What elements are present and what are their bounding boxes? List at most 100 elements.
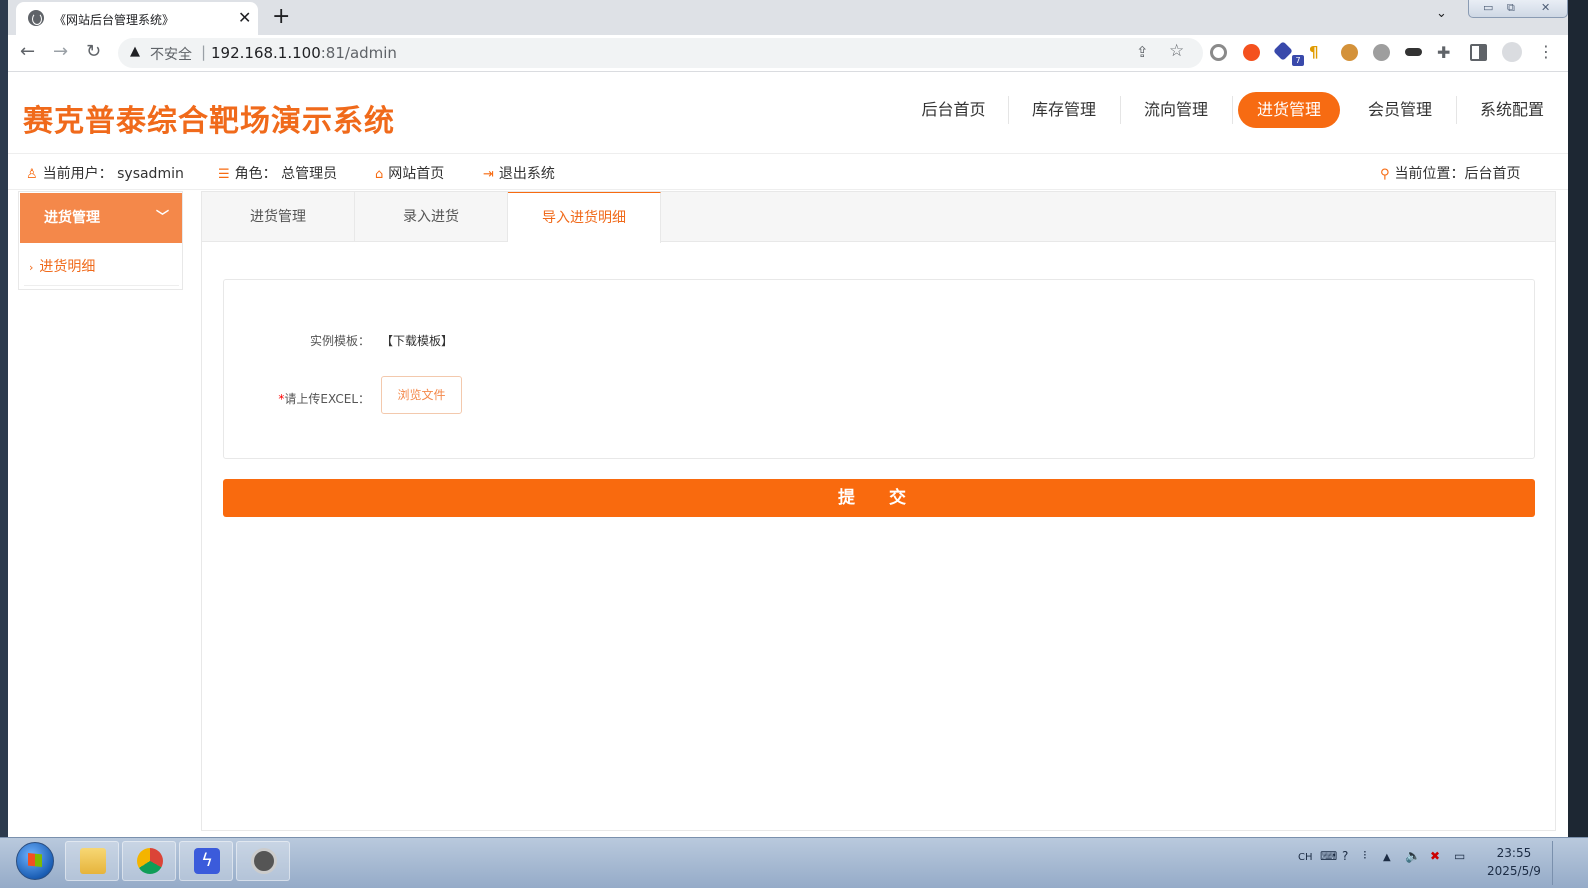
- cookie-extension-icon[interactable]: [1341, 44, 1358, 61]
- template-label: 实例模板：: [309, 334, 370, 348]
- browser-toolbar: ← → ↻ ▲ 不安全 | 192.168.1.100:81/admin ⇪ ☆…: [8, 35, 1568, 72]
- globe-icon: [28, 10, 44, 26]
- sidebar-divider: [24, 285, 179, 286]
- window-controls: ▭ ⧉ ✕: [1468, 0, 1568, 18]
- chevron-down-icon: ﹀: [156, 210, 170, 225]
- current-user-label: 当前用户：: [42, 166, 113, 182]
- insecure-label[interactable]: 不安全: [150, 44, 192, 64]
- tab-title: 《网站后台管理系统》: [54, 13, 175, 27]
- tab-enter-purchase[interactable]: 录入进货: [355, 192, 508, 242]
- chrome-icon: [137, 848, 163, 874]
- tab-search-icon[interactable]: ⌄: [1436, 6, 1447, 21]
- desktop: 《网站后台管理系统》 ✕ + ⌄ ▭ ⧉ ✕ ← → ↻ ▲ 不安全 | 192…: [0, 0, 1588, 888]
- role: ☰ 角色： 总管理员: [218, 163, 337, 183]
- home-icon: ⌂: [375, 167, 384, 182]
- current-user: ♙ 当前用户： sysadmin: [26, 163, 184, 183]
- content-tabs: 进货管理 录入进货 导入进货明细: [202, 192, 1555, 243]
- tray-sync-icon[interactable]: ⁝: [1363, 848, 1367, 862]
- role-label: 角色：: [234, 166, 277, 182]
- nav-inventory[interactable]: 库存管理: [1008, 92, 1120, 128]
- screen-edge: [1568, 0, 1588, 837]
- keyboard-icon[interactable]: ⌨: [1320, 849, 1337, 863]
- reload-icon[interactable]: ↻: [86, 42, 101, 62]
- address-bar[interactable]: ▲ 不安全 | 192.168.1.100:81/admin ⇪ ☆: [118, 38, 1203, 68]
- current-user-value: sysadmin: [117, 166, 184, 182]
- taskbar-chrome[interactable]: [122, 841, 176, 881]
- sidebar: 进货管理 ﹀ › 进货明细: [18, 191, 183, 290]
- ime-indicator[interactable]: CH: [1298, 852, 1313, 863]
- extension-badge: 7: [1292, 55, 1304, 66]
- sidebar-item-label: 进货明细: [39, 259, 96, 275]
- back-arrow-icon[interactable]: ←: [20, 42, 35, 62]
- help-icon[interactable]: ?: [1342, 849, 1348, 863]
- logout-link[interactable]: ⇥ 退出系统: [483, 163, 555, 183]
- folder-icon: [80, 848, 106, 874]
- nav-purchase[interactable]: 进货管理: [1238, 92, 1340, 128]
- browser-window: 《网站后台管理系统》 ✕ + ⌄ ▭ ⧉ ✕ ← → ↻ ▲ 不安全 | 192…: [8, 0, 1568, 837]
- settings-extension-icon[interactable]: [1373, 44, 1390, 61]
- share-icon[interactable]: ⇪: [1136, 43, 1149, 61]
- clock[interactable]: 23:55 2025/5/9: [1487, 844, 1541, 880]
- logout-link-label: 退出系统: [498, 166, 555, 182]
- tray-expand-icon[interactable]: ▲: [1383, 852, 1391, 863]
- nav-home[interactable]: 后台首页: [896, 92, 1011, 128]
- chevron-right-icon: ›: [29, 261, 34, 274]
- forward-arrow-icon[interactable]: →: [53, 42, 68, 62]
- nav-system-config[interactable]: 系统配置: [1456, 92, 1568, 128]
- paragraph-extension-icon[interactable]: ¶: [1309, 43, 1326, 61]
- location-value: 后台首页: [1464, 166, 1521, 182]
- browse-file-button[interactable]: 浏览文件: [381, 376, 462, 414]
- menu-kebab-icon[interactable]: ⋮: [1538, 42, 1554, 62]
- home-link[interactable]: ⌂ 网站首页: [375, 163, 444, 183]
- show-desktop-button[interactable]: [1552, 841, 1562, 885]
- volume-icon[interactable]: 🔈: [1405, 849, 1421, 864]
- taskbar-app-bolt[interactable]: ϟ: [179, 841, 233, 881]
- nav-divider: [1232, 96, 1233, 124]
- clock-time: 23:55: [1496, 846, 1532, 860]
- taskbar-explorer[interactable]: [65, 841, 119, 881]
- minimize-button[interactable]: ▭: [1483, 1, 1493, 14]
- taskbar-app-sync[interactable]: [236, 841, 290, 881]
- profile-avatar-icon[interactable]: [1502, 42, 1522, 62]
- bookmark-star-icon[interactable]: ☆: [1169, 41, 1184, 61]
- download-template-link[interactable]: 【下载模板】: [381, 332, 453, 349]
- main-content: 进货管理 录入进货 导入进货明细 实例模板： 【下载模板】 *请上传EXCEL：…: [201, 191, 1556, 831]
- tab-import-purchase-detail[interactable]: 导入进货明细: [508, 192, 661, 243]
- maximize-button[interactable]: ⧉: [1507, 1, 1515, 15]
- browser-tab[interactable]: 《网站后台管理系统》 ✕: [16, 2, 258, 35]
- sidebar-header-label: 进货管理: [44, 210, 100, 226]
- url-host: 192.168.1.100: [211, 44, 321, 62]
- sidebar-item-purchase-detail[interactable]: › 进货明细: [29, 256, 95, 276]
- breadcrumb: ⚲ 当前位置：后台首页: [1380, 163, 1521, 183]
- new-tab-button[interactable]: +: [272, 4, 290, 30]
- sidebar-header-purchase[interactable]: 进货管理 ﹀: [20, 193, 182, 243]
- nav-flow[interactable]: 流向管理: [1120, 92, 1232, 128]
- close-window-button[interactable]: ✕: [1541, 1, 1550, 14]
- display-icon[interactable]: ▭: [1454, 849, 1465, 863]
- tab-purchase-management[interactable]: 进货管理: [202, 192, 355, 242]
- info-bar: ♙ 当前用户： sysadmin ☰ 角色： 总管理员 ⌂ 网站首页 ⇥ 退出系统 ⚲ 当…: [8, 154, 1568, 190]
- location-pin-icon: ⚲: [1380, 167, 1390, 182]
- location-label: 当前位置：: [1394, 166, 1465, 182]
- url-text[interactable]: 192.168.1.100:81/admin: [211, 44, 397, 62]
- submit-button[interactable]: 提 交: [223, 479, 1535, 517]
- record-extension-icon[interactable]: [1210, 44, 1227, 61]
- side-panel-icon[interactable]: [1470, 44, 1487, 61]
- site-logo: 赛克普泰综合靶场演示系统: [23, 104, 395, 139]
- warning-icon[interactable]: ▲: [130, 44, 140, 59]
- nav-members[interactable]: 会员管理: [1344, 92, 1456, 128]
- start-button[interactable]: [16, 842, 54, 880]
- user-icon: ♙: [26, 167, 38, 182]
- close-tab-icon[interactable]: ✕: [238, 8, 251, 28]
- blocker-extension-icon[interactable]: [1243, 44, 1260, 61]
- wappalyzer-extension-icon[interactable]: [1273, 41, 1293, 61]
- list-icon: ☰: [218, 167, 230, 182]
- sync-icon: [251, 848, 277, 874]
- network-error-icon[interactable]: ✖: [1430, 849, 1440, 863]
- home-link-label: 网站首页: [388, 166, 445, 182]
- hat-extension-icon[interactable]: [1405, 48, 1422, 56]
- role-value: 总管理员: [281, 166, 338, 182]
- url-path: :81/admin: [320, 44, 397, 62]
- upload-label: *请上传EXCEL：: [264, 390, 370, 407]
- puzzle-extensions-icon[interactable]: ✚: [1437, 43, 1450, 63]
